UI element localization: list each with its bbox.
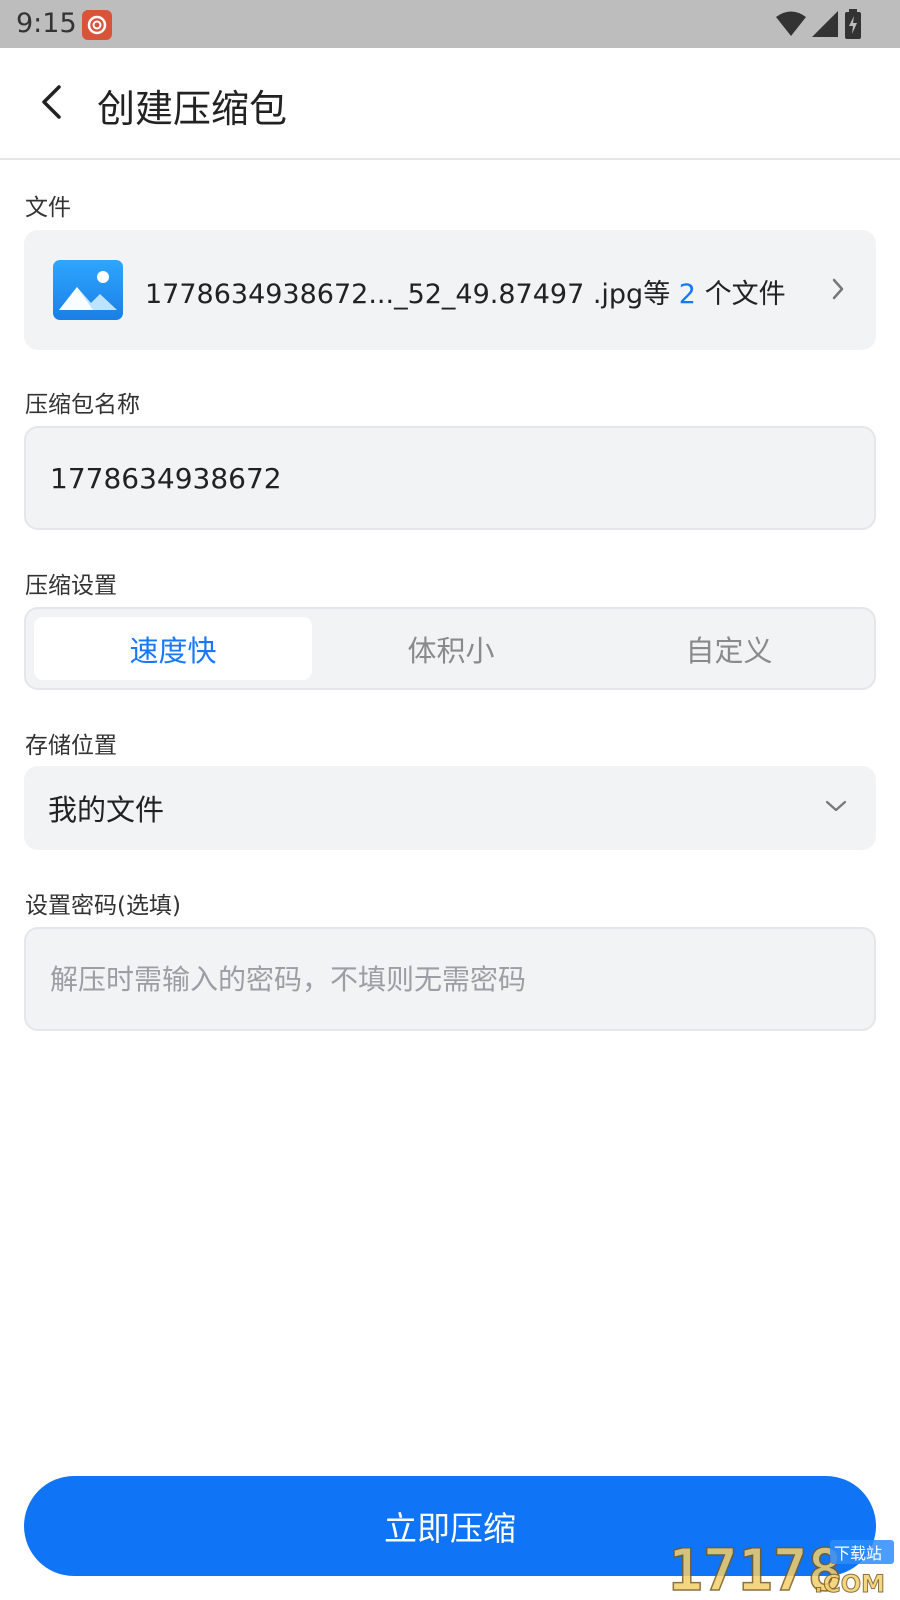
- archive-name-input[interactable]: [50, 461, 874, 495]
- file-count-suffix: 个文件: [704, 279, 786, 310]
- file-selection-card[interactable]: 1778634938672..._52_49.87497 .jpg等 2 个文件: [24, 230, 876, 350]
- compression-option-custom[interactable]: 自定义: [590, 617, 868, 680]
- status-icons: [776, 9, 862, 39]
- compression-segmented-control: 速度快 体积小 自定义: [24, 607, 876, 690]
- app-header: 创建压缩包: [0, 48, 900, 160]
- compression-option-small[interactable]: 体积小: [312, 617, 590, 680]
- archive-name-label: 压缩包名称: [25, 392, 140, 418]
- password-field[interactable]: [24, 927, 876, 1031]
- password-input[interactable]: [50, 962, 874, 996]
- notification-app-icon: [82, 10, 112, 40]
- signal-icon: [812, 11, 838, 37]
- page-title: 创建压缩包: [97, 87, 288, 131]
- file-names: 1778634938672..._52_49.87497 .jpg等: [145, 279, 671, 310]
- image-file-icon: [53, 260, 123, 320]
- back-arrow-icon: [42, 85, 61, 119]
- chevron-down-icon: [825, 800, 847, 812]
- archive-name-field[interactable]: [24, 426, 876, 530]
- compression-label: 压缩设置: [25, 573, 117, 599]
- storage-value: 我的文件: [48, 793, 165, 827]
- file-count: 2: [678, 279, 696, 310]
- svg-text:下载站: 下载站: [834, 1544, 882, 1563]
- status-time: 9:15: [16, 8, 77, 39]
- status-bar: 9:15: [0, 0, 900, 48]
- password-label: 设置密码(选填): [25, 893, 181, 919]
- storage-label: 存储位置: [25, 733, 117, 759]
- compression-option-fast[interactable]: 速度快: [34, 617, 312, 680]
- wifi-icon: [776, 11, 806, 36]
- battery-charging-icon: [845, 9, 861, 39]
- back-button[interactable]: [22, 72, 82, 132]
- watermark-logo: 17178 .COM 下载站: [667, 1535, 894, 1596]
- svg-text:.COM: .COM: [814, 1570, 885, 1596]
- chevron-right-icon: [832, 278, 844, 300]
- files-label: 文件: [25, 195, 71, 221]
- storage-location-select[interactable]: 我的文件: [24, 766, 876, 850]
- file-summary: 1778634938672..._52_49.87497 .jpg等 2 个文件: [145, 272, 786, 311]
